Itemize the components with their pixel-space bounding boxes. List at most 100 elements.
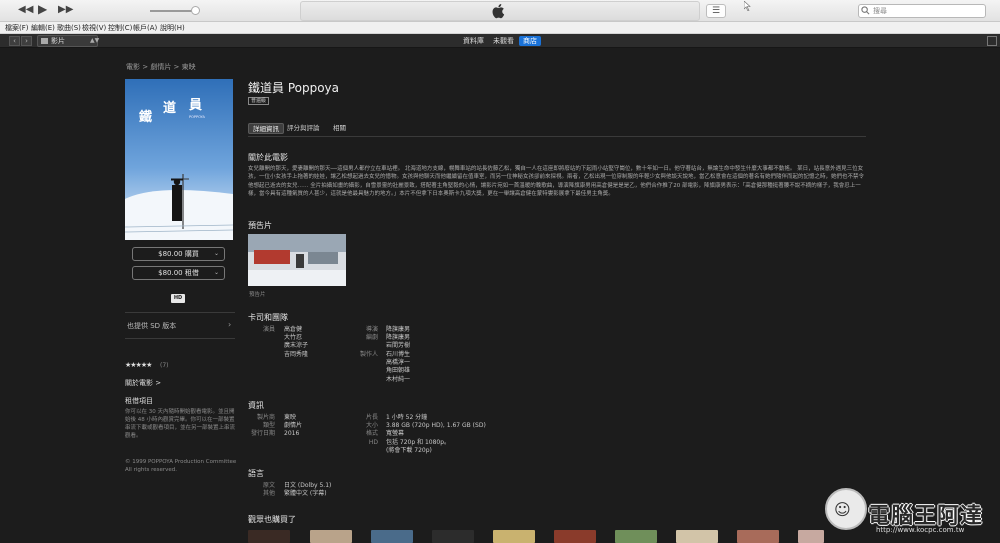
trailer-thumbnail[interactable] [248, 234, 346, 286]
info-key-release: 發行日期 [250, 430, 275, 438]
tab-library[interactable]: 資料庫 [459, 36, 488, 46]
info-value-release: 2016 [284, 430, 300, 438]
fast-forward-icon[interactable]: ▶▶ [58, 4, 73, 16]
breadcrumb[interactable]: 電影 > 劇情片 > 東映 [126, 62, 196, 72]
cast-heading: 卡司和團隊 [248, 313, 288, 322]
rent-button[interactable]: $80.00 租借 ⌄ [132, 266, 225, 280]
nav-bar: ‹ › 影片 ▲▼ 資料庫 未觀看 商店 [0, 34, 1000, 48]
credit-name[interactable]: 廣末涼子 [284, 342, 308, 350]
mouse-cursor-icon [744, 1, 751, 11]
chevron-down-icon: ⌄ [213, 250, 219, 257]
tab-divider [248, 136, 866, 137]
volume-knob[interactable] [191, 6, 200, 15]
info-value-genre[interactable]: 劇情片 [284, 422, 302, 430]
trailer-label: 預告片 [249, 292, 266, 298]
also-bought-item[interactable] [248, 530, 290, 543]
menu-file[interactable]: 檔案(F) [5, 23, 29, 33]
also-bought-item[interactable] [676, 530, 718, 543]
menu-help[interactable]: 說明(H) [160, 23, 185, 33]
also-bought-item[interactable] [737, 530, 779, 543]
credit-names-actors[interactable]: 高倉健 大竹忍 廣末涼子 吉岡秀隆 [284, 326, 308, 359]
movie-title: 鐵道員 Poppoya [248, 81, 339, 95]
search-icon [861, 6, 870, 15]
language-key-original: 原文 [262, 482, 275, 489]
info-value-format: 寬螢幕 [386, 430, 405, 438]
movie-poster: 鐵 道 員 POPPOYA [125, 79, 233, 240]
language-keys: 原文 其他 [235, 482, 275, 498]
menu-controls[interactable]: 控制(C) [108, 23, 132, 33]
also-bought-item[interactable] [371, 530, 413, 543]
rewind-icon[interactable]: ◀◀ [18, 4, 33, 16]
menu-view[interactable]: 檢視(V) [82, 23, 106, 33]
forward-button[interactable]: › [21, 36, 32, 46]
chevron-updown-icon: ▲▼ [90, 37, 100, 44]
rating-count: (7) [160, 362, 169, 369]
info-heading: 資訊 [248, 401, 264, 410]
watermark-face-icon: ☺ [834, 500, 851, 519]
poster-title-char-3: 員 [188, 98, 202, 113]
sd-version-link[interactable]: 也提供 SD 版本 [127, 321, 176, 331]
credit-name[interactable]: 高倉健 [284, 326, 308, 334]
credit-name[interactable]: 降旗康男 [386, 326, 410, 334]
also-bought-item[interactable] [554, 530, 596, 543]
credit-name[interactable]: 石川博生 [386, 351, 410, 359]
also-bought-item[interactable] [798, 530, 824, 543]
poster-title-char-2: 道 [163, 100, 176, 116]
also-bought-item[interactable] [493, 530, 535, 543]
chevron-down-icon: ⌄ [213, 269, 219, 276]
language-values: 日文 (Dolby 5.1) 繁體中文 (字幕) [284, 482, 331, 498]
credit-name[interactable]: 降旗康男 [386, 334, 410, 342]
tab-store[interactable]: 商店 [519, 36, 541, 46]
menu-edit[interactable]: 編輯(E) [31, 23, 55, 33]
info-key: 製片商 類型 發行日期 [235, 414, 275, 439]
also-bought-item[interactable] [615, 530, 657, 543]
info-key-format: 格式 [365, 430, 378, 438]
info-value-studio[interactable]: 東映 [284, 414, 302, 422]
trailer-heading: 預告片 [248, 221, 272, 230]
store-page: 電影 > 劇情片 > 東映 鐵 道 員 POPPOYA $80.00 購買 ⌄ … [0, 48, 1000, 543]
info-value-runtime: 1 小時 52 分鐘 [386, 414, 428, 421]
also-bought-item[interactable] [310, 530, 352, 543]
about-movie-link[interactable]: 關於電影 > [125, 378, 161, 388]
info-key-studio: 製片商 [256, 414, 275, 421]
rental-heading: 租借項目 [125, 397, 153, 405]
poster-subtitle: POPPOYA [189, 115, 206, 119]
info-key-hd: HD [368, 438, 378, 446]
synopsis: 女兒離開的那天，愛妻離開的那天──這個男人都佇立在車站裡。 北海道地方支線，幌舞… [248, 166, 865, 197]
credit-names-director[interactable]: 降旗康男 [386, 326, 410, 334]
film-icon [41, 38, 48, 44]
up-next-button[interactable]: ☰ [706, 4, 726, 18]
credit-name[interactable]: 角田朝雄 [386, 367, 410, 375]
credit-name[interactable]: 岩間芳樹 [386, 342, 410, 350]
credit-names-producer[interactable]: 石川博生 高橋淳一 角田朝雄 木村純一 [386, 351, 410, 384]
tab-ratings-reviews[interactable]: 評分與評論 [283, 123, 324, 134]
menu-song[interactable]: 歌曲(S) [57, 23, 81, 33]
info-value-hd: 包括 720p 和 1080p。 [386, 438, 451, 446]
info-value-download: (將會下載 720p) [386, 446, 432, 454]
menu-account[interactable]: 帳戶(A) [133, 23, 157, 33]
tab-details[interactable]: 詳細資訊 [248, 123, 284, 134]
info-key: 片長 大小 格式 HD [338, 414, 378, 455]
tab-related[interactable]: 相關 [329, 123, 350, 134]
language-heading: 語言 [248, 469, 264, 478]
back-button[interactable]: ‹ [9, 36, 20, 46]
buy-button[interactable]: $80.00 購買 ⌄ [132, 247, 225, 261]
content-rating-badge: 普遍級 [248, 97, 270, 105]
buy-label: $80.00 購買 [158, 250, 199, 258]
info-values: 東映 劇情片 2016 [284, 414, 302, 439]
search-input[interactable]: 搜尋 [858, 4, 986, 18]
credit-role-actors: 演員 [262, 326, 275, 333]
play-icon[interactable]: ▶ [38, 3, 47, 15]
language-key-other: 其他 [262, 490, 275, 498]
credit-name[interactable]: 木村純一 [386, 376, 410, 384]
hd-badge: HD [171, 294, 185, 303]
also-bought-item[interactable] [432, 530, 474, 543]
credit-name[interactable]: 吉岡秀隆 [284, 351, 308, 359]
language-value-other: 繁體中文 (字幕) [284, 490, 327, 498]
mini-player-button[interactable] [987, 36, 997, 46]
credit-names-writer[interactable]: 降旗康男 岩間芳樹 [386, 334, 410, 350]
poster-title-char-1: 鐵 [139, 109, 152, 125]
credit-role-producer: 製作人 [359, 351, 378, 358]
tab-unwatched[interactable]: 未觀看 [489, 36, 518, 46]
credit-role-writer: 編劇 [365, 334, 378, 341]
